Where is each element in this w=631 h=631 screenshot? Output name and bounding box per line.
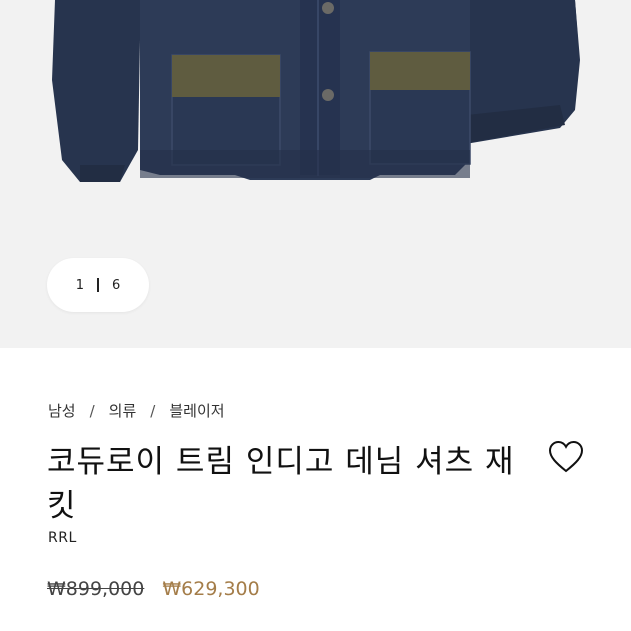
breadcrumb-item-blazers[interactable]: 블레이저 bbox=[169, 400, 224, 421]
wishlist-button[interactable] bbox=[548, 440, 584, 474]
breadcrumb-item-men[interactable]: 남성 bbox=[48, 400, 76, 421]
image-pager: 1 6 bbox=[47, 258, 149, 312]
sale-price: ₩629,300 bbox=[162, 578, 260, 600]
breadcrumb-separator: / bbox=[150, 401, 156, 420]
pager-total: 6 bbox=[112, 277, 121, 293]
product-image-gallery[interactable]: 1 6 bbox=[0, 0, 631, 348]
pager-current: 1 bbox=[75, 277, 84, 293]
original-price: ₩899,000 bbox=[47, 578, 145, 600]
breadcrumb: 남성 / 의류 / 블레이저 bbox=[48, 400, 225, 421]
breadcrumb-item-clothing[interactable]: 의류 bbox=[109, 400, 137, 421]
product-title: 코듀로이 트림 인디고 데님 셔츠 재킷 bbox=[47, 444, 515, 524]
price-block: ₩899,000 ₩629,300 bbox=[47, 578, 260, 600]
brand-name[interactable]: RRL bbox=[48, 530, 77, 546]
heart-outline-icon bbox=[548, 440, 584, 473]
pager-divider bbox=[97, 278, 99, 292]
breadcrumb-separator: / bbox=[89, 401, 95, 420]
